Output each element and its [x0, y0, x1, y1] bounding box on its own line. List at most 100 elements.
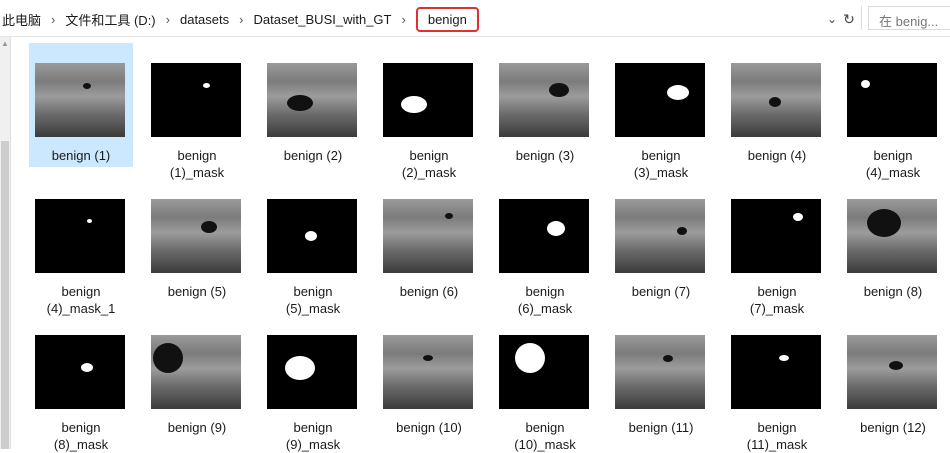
image-file-item[interactable]: benign (12)	[841, 315, 945, 439]
chevron-right-icon[interactable]: ›	[43, 12, 63, 27]
mask-thumbnail	[731, 335, 821, 409]
lesion-shape	[201, 221, 217, 233]
mask-file-item[interactable]: benign (8)_mask	[29, 315, 133, 452]
lesion-mask-shape	[285, 356, 315, 380]
file-name: benign	[757, 420, 797, 435]
file-name: benign (11)	[628, 420, 694, 435]
image-file-item[interactable]: benign (8)	[841, 179, 945, 303]
mask-file-item[interactable]: benign (4)_mask	[841, 43, 945, 180]
image-file-item[interactable]: benign (4)	[725, 43, 829, 167]
file-name: benign	[61, 284, 101, 299]
refresh-icon[interactable]: ↻	[841, 10, 857, 28]
ultrasound-thumbnail	[847, 335, 937, 409]
breadcrumb-datasets[interactable]: datasets	[178, 12, 231, 27]
ultrasound-thumbnail	[267, 63, 357, 137]
file-name: benign (7)	[631, 284, 691, 299]
breadcrumb-benign[interactable]: benign	[415, 6, 479, 32]
file-name: benign	[525, 420, 565, 435]
ultrasound-thumbnail	[615, 199, 705, 273]
file-name: benign (5)	[167, 284, 227, 299]
mask-file-item[interactable]: benign (9)_mask	[261, 315, 365, 452]
chevron-right-icon[interactable]: ›	[231, 12, 251, 27]
lesion-mask-shape	[779, 355, 789, 361]
lesion-shape	[663, 355, 673, 362]
search-placeholder: 在 benig...	[879, 14, 939, 29]
file-name: benign	[61, 420, 101, 435]
ultrasound-thumbnail	[731, 63, 821, 137]
ultrasound-thumbnail	[847, 199, 937, 273]
file-name: benign	[177, 148, 217, 163]
lesion-mask-shape	[401, 96, 427, 113]
image-file-item[interactable]: benign (6)	[377, 179, 481, 303]
file-name: benign (4)	[747, 148, 807, 163]
image-file-item[interactable]: benign (9)	[145, 315, 249, 439]
mask-file-item[interactable]: benign (5)_mask	[261, 179, 365, 316]
chevron-right-icon[interactable]: ›	[394, 12, 414, 27]
mask-thumbnail	[35, 335, 125, 409]
file-name: benign	[293, 284, 333, 299]
lesion-shape	[423, 355, 433, 361]
image-file-item[interactable]: benign (3)	[493, 43, 597, 167]
lesion-shape	[83, 83, 91, 89]
lesion-mask-shape	[793, 213, 803, 221]
file-name: benign (10)	[396, 420, 462, 435]
file-name-continued: (9)_mask	[285, 437, 341, 452]
image-file-item[interactable]: benign (7)	[609, 179, 713, 303]
lesion-shape	[549, 83, 569, 97]
lesion-mask-shape	[81, 363, 93, 372]
image-file-item[interactable]: benign (10)	[377, 315, 481, 439]
ultrasound-thumbnail	[35, 63, 125, 137]
ultrasound-thumbnail	[383, 335, 473, 409]
chevron-right-icon[interactable]: ›	[158, 12, 178, 27]
mask-file-item[interactable]: benign (7)_mask	[725, 179, 829, 316]
lesion-shape	[445, 213, 453, 219]
mask-thumbnail	[731, 199, 821, 273]
file-name: benign	[525, 284, 565, 299]
mask-thumbnail	[847, 63, 937, 137]
image-file-item[interactable]: benign (1)	[29, 43, 133, 167]
lesion-mask-shape	[547, 221, 565, 236]
breadcrumb-this-pc[interactable]: 此电脑	[0, 10, 43, 29]
file-name: benign	[873, 148, 913, 163]
search-input[interactable]: 在 benig...	[868, 6, 950, 30]
mask-file-item[interactable]: benign (1)_mask	[145, 43, 249, 180]
file-name: benign (9)	[167, 420, 227, 435]
file-name: benign (8)	[863, 284, 923, 299]
file-name-continued: (11)_mask	[746, 437, 808, 452]
image-file-item[interactable]: benign (5)	[145, 179, 249, 303]
mask-thumbnail	[35, 199, 125, 273]
file-name-continued: (8)_mask	[53, 437, 109, 452]
breadcrumb-drive-d[interactable]: 文件和工具 (D:)	[63, 10, 157, 29]
lesion-mask-shape	[87, 219, 92, 223]
address-bar: 此电脑 › 文件和工具 (D:) › datasets › Dataset_BU…	[0, 0, 950, 37]
mask-file-item[interactable]: benign (6)_mask	[493, 179, 597, 316]
mask-file-item[interactable]: benign (2)_mask	[377, 43, 481, 180]
file-name-continued: (10)_mask	[514, 437, 576, 452]
lesion-mask-shape	[861, 80, 870, 88]
lesion-mask-shape	[515, 343, 545, 373]
mask-thumbnail	[499, 335, 589, 409]
lesion-mask-shape	[667, 85, 689, 100]
lesion-shape	[867, 209, 901, 237]
breadcrumb-dataset-busi[interactable]: Dataset_BUSI_with_GT	[251, 12, 393, 27]
mask-file-item[interactable]: benign (4)_mask_1	[29, 179, 133, 316]
mask-file-item[interactable]: benign (10)_mask	[493, 315, 597, 452]
lesion-shape	[287, 95, 313, 111]
file-name: benign	[409, 148, 449, 163]
ultrasound-thumbnail	[383, 199, 473, 273]
chevron-down-icon[interactable]: ⌄	[824, 10, 840, 28]
image-file-item[interactable]: benign (2)	[261, 43, 365, 167]
mask-thumbnail	[151, 63, 241, 137]
file-name: benign (12)	[860, 420, 926, 435]
file-name: benign	[293, 420, 333, 435]
mask-thumbnail	[615, 63, 705, 137]
lesion-shape	[677, 227, 687, 235]
mask-thumbnail	[267, 199, 357, 273]
file-name: benign	[641, 148, 681, 163]
file-name: benign (6)	[399, 284, 459, 299]
ultrasound-thumbnail	[615, 335, 705, 409]
image-file-item[interactable]: benign (11)	[609, 315, 713, 439]
mask-file-item[interactable]: benign (3)_mask	[609, 43, 713, 180]
mask-file-item[interactable]: benign (11)_mask	[725, 315, 829, 452]
lesion-mask-shape	[203, 83, 210, 88]
